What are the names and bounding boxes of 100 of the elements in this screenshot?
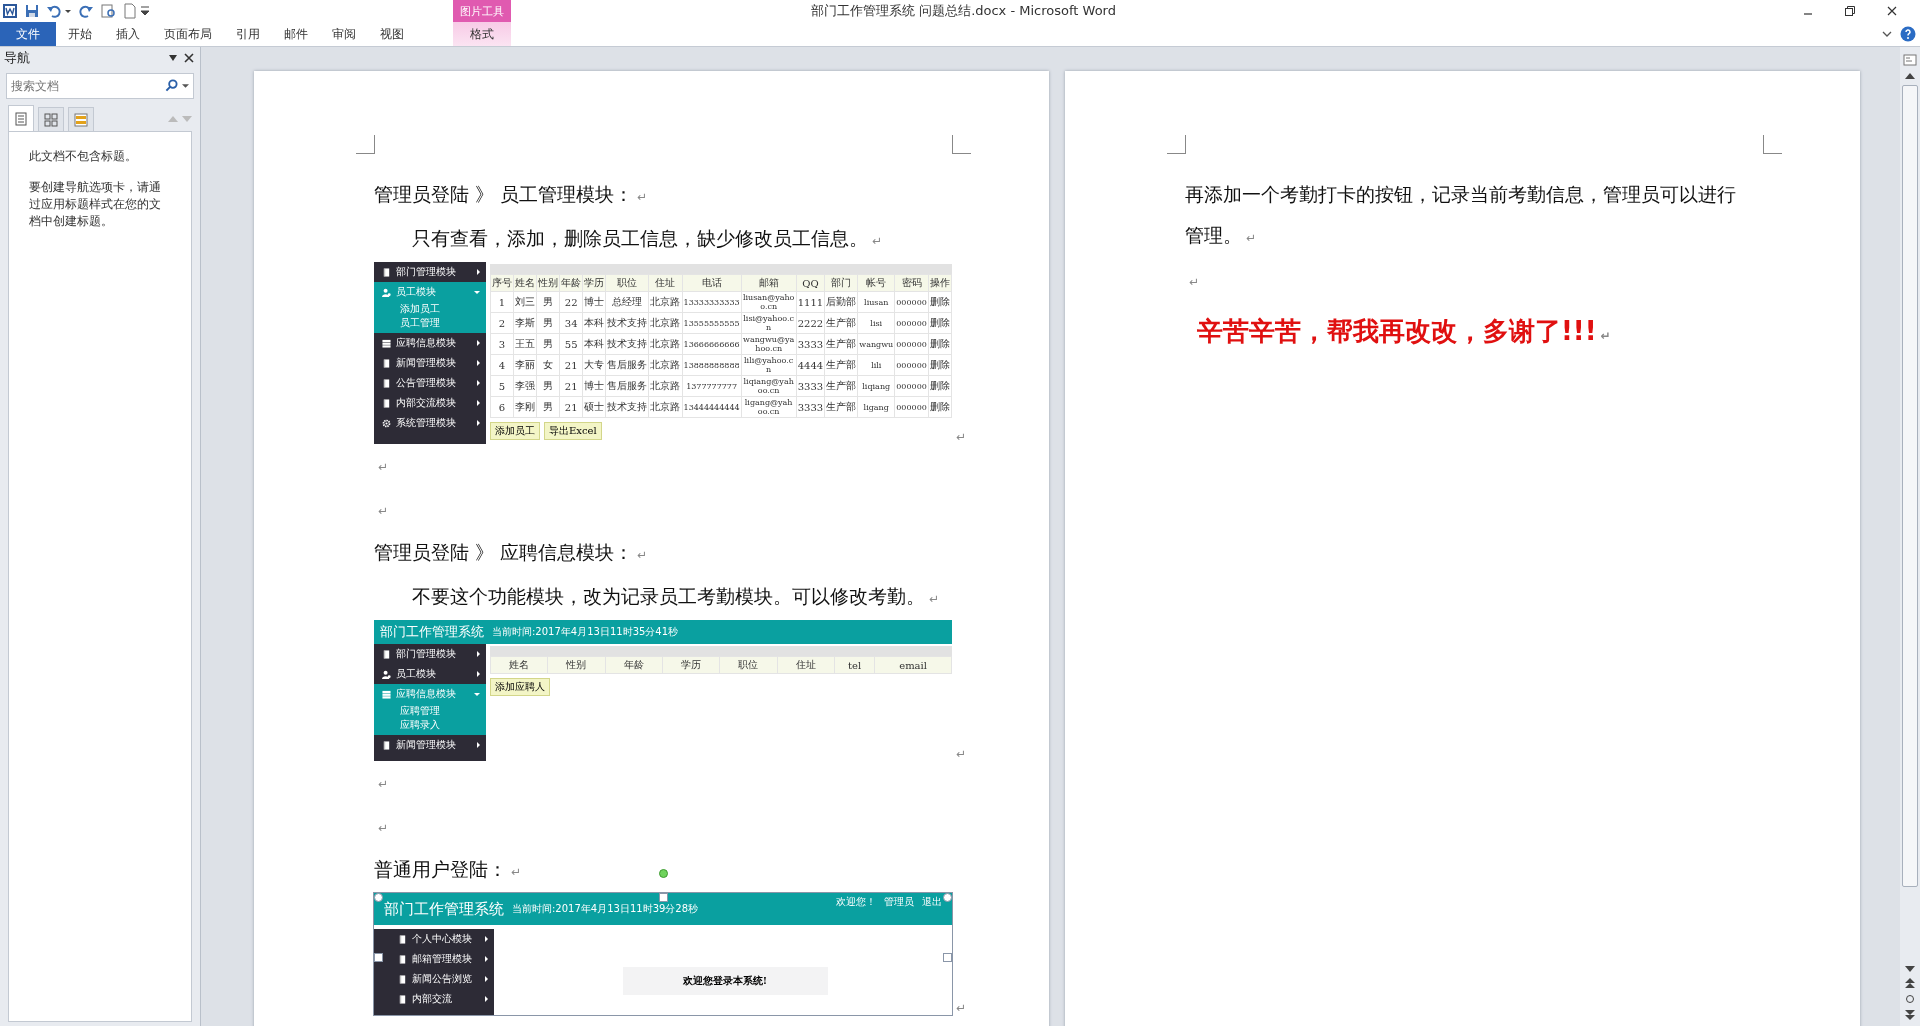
browse-object-icon[interactable] — [1905, 994, 1915, 1004]
table-cell: 李刚 — [513, 396, 537, 418]
resize-handle[interactable] — [659, 893, 668, 902]
sidebar-item[interactable]: 邮箱管理模块 — [374, 949, 494, 969]
pane-menu-caret-icon[interactable] — [168, 54, 178, 62]
customize-caret-icon[interactable] — [140, 5, 150, 17]
print-preview-icon[interactable] — [100, 3, 116, 19]
search-icon[interactable] — [165, 79, 178, 92]
table-cell: 博士 — [582, 375, 606, 397]
ruler-toggle-icon[interactable] — [1903, 53, 1917, 67]
table-cell: 北京路 — [648, 375, 682, 397]
table-cell: 博士 — [582, 291, 606, 313]
crop-mark — [1167, 135, 1186, 154]
rotate-handle[interactable] — [659, 869, 668, 878]
book-icon — [382, 267, 391, 277]
ribbon-tab[interactable]: 引用 — [224, 22, 272, 46]
column-header: email — [874, 656, 952, 674]
column-header: 部门 — [824, 274, 858, 292]
sidebar-item[interactable]: 新闻管理模块 — [374, 353, 486, 373]
column-header: 学历 — [582, 274, 606, 292]
embedded-screenshot[interactable]: 部门工作管理系统 当前时间:2017年4月13日11时39分28秒 欢迎您！ 管理员 退出 个人中心模块 邮箱管理模块 新闻公告浏览 内部交流 欢迎您登录本系统! — [374, 893, 952, 1015]
ribbon-tab[interactable]: 视图 — [368, 22, 416, 46]
table-cell: 售后服务 — [605, 375, 649, 397]
scroll-up-icon[interactable] — [1905, 73, 1915, 79]
sidebar-item[interactable]: 新闻管理模块 — [374, 735, 486, 755]
table-cell: 22 — [559, 291, 583, 313]
ribbon-tab[interactable]: 开始 — [56, 22, 104, 46]
column-header: 职位 — [719, 656, 778, 674]
thumbnails-icon — [44, 112, 58, 127]
table-cell: liqiang@yahoo.cn — [741, 375, 797, 397]
sidebar-item[interactable]: 系统管理模块 — [374, 413, 486, 433]
scroll-thumb[interactable] — [1902, 85, 1918, 887]
table-cell: 售后服务 — [605, 354, 649, 376]
table-cell: lisi@yahoo.cn — [741, 312, 797, 334]
resize-handle[interactable] — [943, 893, 952, 902]
resize-handle[interactable] — [943, 953, 952, 962]
table-cell: 生产部 — [824, 375, 858, 397]
sidebar-item[interactable]: 内部交流 — [374, 989, 494, 1009]
table-cell: 1377777777 — [682, 375, 742, 397]
word-logo-icon[interactable] — [2, 3, 18, 19]
collapse-ribbon-icon[interactable] — [1882, 29, 1892, 39]
table-cell: 3333 — [796, 333, 825, 355]
save-icon[interactable] — [24, 3, 40, 19]
caret-icon[interactable] — [64, 7, 72, 15]
book-icon — [382, 358, 391, 368]
results-list-icon — [74, 112, 88, 127]
ribbon-tab[interactable]: 插入 — [104, 22, 152, 46]
resize-handle[interactable] — [374, 893, 383, 902]
sidebar-item[interactable]: 个人中心模块 — [374, 929, 494, 949]
table-cell: 删除 — [928, 333, 952, 355]
table-cell: 李斯 — [513, 312, 537, 334]
ribbon-tab[interactable]: 文件 — [0, 22, 56, 46]
book-icon — [398, 974, 407, 984]
book-icon — [382, 398, 391, 408]
ribbon-tab[interactable]: 格式 — [453, 22, 511, 46]
paragraph-text: 再添加一个考勤打卡的按钮，记录当前考勤信息，管理员可以进行管理。 ↵ — [1185, 183, 1736, 246]
crop-mark — [1763, 135, 1782, 154]
table-cell: wangwu — [857, 333, 895, 355]
caret-icon[interactable] — [182, 83, 189, 89]
redo-icon[interactable] — [78, 3, 94, 19]
scroll-down-icon[interactable] — [1905, 966, 1915, 972]
next-page-icon[interactable] — [1905, 1010, 1915, 1020]
search-field[interactable]: 搜索文档 — [6, 73, 194, 99]
paragraph-mark: ↵ — [378, 504, 389, 518]
sidebar-item[interactable]: 应聘信息模块 — [374, 333, 486, 353]
sidebar-item[interactable]: 新闻公告浏览 — [374, 969, 494, 989]
undo-icon[interactable] — [46, 3, 62, 19]
table-cell: 3333 — [796, 396, 825, 418]
embedded-screenshot[interactable]: 部门工作管理系统 当前时间:2017年4月13日11时35分41秒 部门管理模块 员工模块 应聘信息模块 应聘管理 应聘录入 新闻管理模块 姓名 性别 年龄 学历 职位 住址 tel email 添加应聘人 — [374, 620, 952, 761]
table-cell: 技术支持 — [605, 312, 649, 334]
app-button[interactable]: 添加应聘人 — [490, 678, 550, 696]
table-cell: liusan@yahoo.cn — [741, 291, 797, 313]
close-icon[interactable] — [184, 53, 194, 63]
table-cell: liqiang — [857, 375, 895, 397]
resize-handle[interactable] — [374, 953, 383, 962]
sidebar-item[interactable]: 部门管理模块 — [374, 644, 486, 664]
table-cell: 硕士 — [582, 396, 606, 418]
table-cell: lisi — [857, 312, 895, 334]
app-button[interactable]: 导出Excel — [544, 422, 602, 440]
table-cell: 本科 — [582, 312, 606, 334]
help-icon[interactable] — [1900, 26, 1916, 42]
column-header: QQ — [796, 274, 825, 292]
pages-view-tab[interactable] — [38, 107, 64, 131]
table-cell: 000000 — [894, 375, 929, 397]
sidebar-item[interactable]: 员工模块 — [374, 664, 486, 684]
table-cell: 女 — [536, 354, 560, 376]
pane-message: 此文档不包含标题。 — [29, 148, 138, 165]
sidebar-item[interactable]: 部门管理模块 — [374, 262, 486, 282]
close-icon[interactable] — [1886, 5, 1898, 17]
ribbon-tab[interactable]: 页面布局 — [152, 22, 224, 46]
restore-icon[interactable] — [1844, 5, 1856, 17]
embedded-screenshot[interactable] — [374, 262, 952, 444]
table-cell: 5 — [490, 375, 514, 397]
sidebar-item[interactable]: 内部交流模块 — [374, 393, 486, 413]
ribbon-tab[interactable]: 审阅 — [320, 22, 368, 46]
sidebar-item[interactable]: 公告管理模块 — [374, 373, 486, 393]
app-button[interactable]: 添加员工 — [490, 422, 540, 440]
ribbon-tab[interactable]: 邮件 — [272, 22, 320, 46]
table-cell: 技术支持 — [605, 396, 649, 418]
previous-page-icon[interactable] — [1905, 978, 1915, 988]
